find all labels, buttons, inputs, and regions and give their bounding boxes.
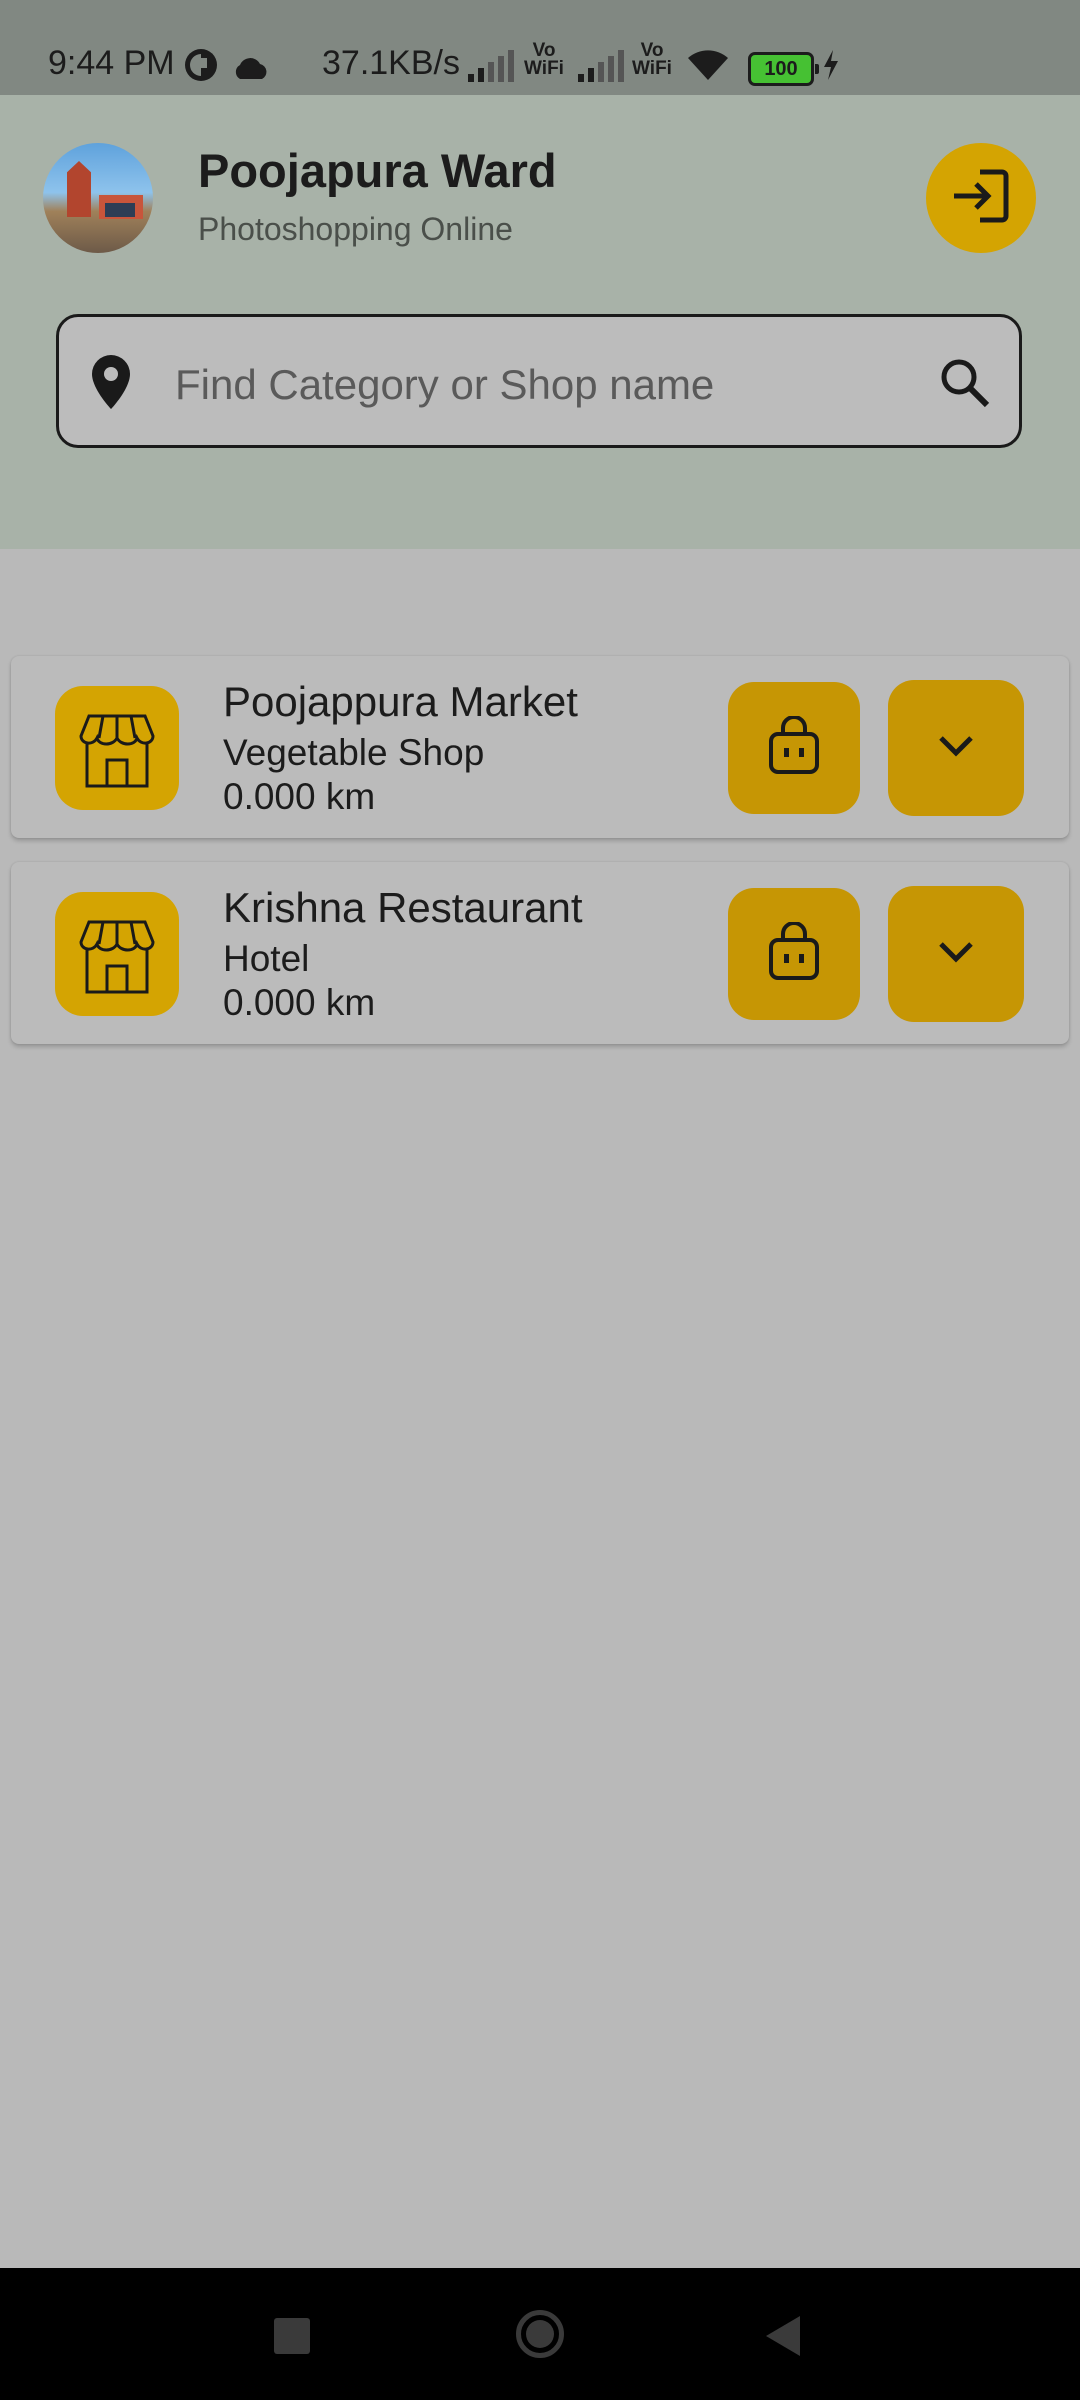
app-badge-icon	[184, 48, 218, 90]
search-bar[interactable]: Find Category or Shop name	[56, 314, 1022, 448]
shop-name: Krishna Restaurant	[223, 884, 583, 931]
back-button[interactable]	[766, 2316, 800, 2356]
home-button[interactable]	[516, 2310, 564, 2358]
status-time: 9:44 PM	[48, 44, 175, 82]
page-title: Poojapura Ward	[198, 144, 557, 197]
signal-icon	[466, 50, 514, 90]
shop-card[interactable]: Poojappura Market Vegetable Shop 0.000 k…	[11, 656, 1069, 838]
search-icon[interactable]	[939, 357, 991, 414]
expand-button[interactable]	[888, 680, 1024, 816]
shop-category: Vegetable Shop	[223, 732, 485, 773]
charging-icon	[822, 50, 840, 88]
chevron-down-icon	[936, 733, 976, 764]
shop-distance: 0.000 km	[223, 776, 376, 817]
store-icon	[55, 686, 179, 810]
recents-button[interactable]	[274, 2318, 310, 2354]
avatar[interactable]	[43, 143, 153, 253]
vowifi-label-1: Vo WiFi	[524, 40, 564, 79]
chevron-down-icon	[936, 939, 976, 970]
shop-distance: 0.000 km	[223, 982, 376, 1023]
shop-card[interactable]: Krishna Restaurant Hotel 0.000 km	[11, 862, 1069, 1044]
battery-icon: 100	[748, 52, 819, 86]
shop-bag-button[interactable]	[728, 682, 860, 814]
shop-name: Poojappura Market	[223, 678, 578, 725]
signal-icon	[576, 50, 624, 90]
cloud-icon	[230, 52, 270, 89]
status-bar: 9:44 PM 37.1KB/s Vo WiFi Vo WiFi 100	[0, 0, 1080, 95]
app-header: Poojapura Ward Photoshopping Online Find…	[0, 95, 1080, 549]
shopping-bag-icon	[766, 714, 822, 781]
shop-category: Hotel	[223, 938, 310, 979]
expand-button[interactable]	[888, 886, 1024, 1022]
vowifi-label-2: Vo WiFi	[632, 40, 672, 79]
system-nav-bar	[0, 2268, 1080, 2400]
location-pin-icon[interactable]	[89, 353, 133, 416]
login-button[interactable]	[926, 143, 1036, 253]
page-subtitle: Photoshopping Online	[198, 211, 513, 247]
search-input[interactable]: Find Category or Shop name	[175, 361, 714, 409]
wifi-icon	[684, 46, 732, 90]
login-icon	[950, 168, 1012, 229]
shop-bag-button[interactable]	[728, 888, 860, 1020]
store-icon	[55, 892, 179, 1016]
network-speed: 37.1KB/s	[322, 44, 460, 82]
shopping-bag-icon	[766, 920, 822, 987]
